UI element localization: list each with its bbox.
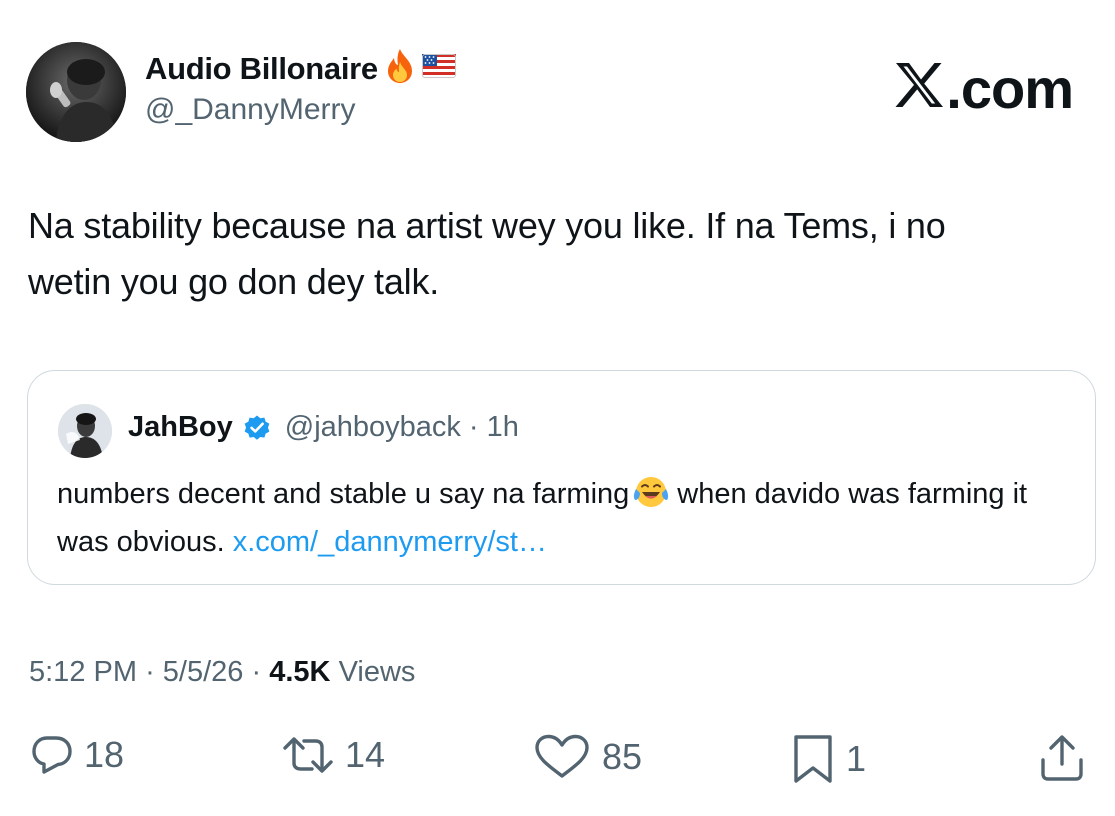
- x-logo-icon: [894, 56, 944, 121]
- tweet-text-line-1: Na stability because na artist wey you l…: [28, 205, 946, 246]
- share-button[interactable]: [1037, 733, 1087, 783]
- views-label: Views: [338, 656, 416, 688]
- quoted-display-name[interactable]: JahBoy: [128, 411, 233, 444]
- us-flag-emoji-icon: [421, 54, 456, 83]
- quoted-text: numbers decent and stable u say na farmi…: [57, 473, 1077, 563]
- like-button[interactable]: 85: [532, 733, 642, 781]
- tweet-meta: 5:12 PM · 5/5/26 · 4.5K Views: [29, 656, 415, 689]
- views-count: 4.5K: [269, 656, 331, 688]
- verified-badge-icon: [243, 414, 271, 442]
- repost-count: 14: [345, 734, 386, 775]
- tweet-text-line-2: wetin you go don dey talk.: [28, 261, 440, 302]
- bookmark-button[interactable]: 1: [790, 733, 866, 785]
- quoted-timestamp[interactable]: 1h: [487, 411, 519, 444]
- tweet-screenshot: Audio Billonaire @_DannyMerry .com Na st…: [0, 0, 1115, 816]
- quoted-separator: ·: [468, 411, 479, 443]
- brand-watermark: .com: [894, 56, 1074, 121]
- reply-icon: [30, 733, 74, 777]
- brand-domain-text: .com: [946, 57, 1074, 120]
- quoted-tweet-card[interactable]: JahBoy @jahboyback · 1h numbers decent a…: [27, 370, 1096, 585]
- face-with-tears-of-joy-icon: [633, 475, 669, 521]
- heart-icon: [532, 733, 592, 781]
- author-avatar[interactable]: [26, 42, 126, 142]
- author-name-row[interactable]: Audio Billonaire: [145, 48, 456, 89]
- quoted-author-avatar[interactable]: [58, 404, 112, 458]
- bookmark-count: 1: [846, 738, 867, 779]
- repost-icon: [281, 733, 335, 777]
- share-icon: [1037, 733, 1087, 783]
- quoted-link[interactable]: x.com/_dannymerry/st…: [233, 526, 547, 558]
- reply-button[interactable]: 18: [30, 733, 124, 777]
- tweet-text: Na stability because na artist wey you l…: [28, 198, 1088, 310]
- fire-emoji-icon: [384, 48, 416, 89]
- quoted-text-part-1: numbers decent and stable u say na farmi…: [57, 478, 630, 510]
- meta-separator-2: ·: [251, 656, 262, 688]
- quoted-handle[interactable]: @jahboyback: [285, 411, 461, 444]
- quoted-header: JahBoy @jahboyback · 1h: [128, 411, 519, 444]
- like-count: 85: [602, 736, 643, 777]
- reply-count: 18: [84, 734, 125, 775]
- author-display-name[interactable]: Audio Billonaire: [145, 51, 378, 87]
- tweet-date[interactable]: 5/5/26: [163, 656, 244, 688]
- tweet-time[interactable]: 5:12 PM: [29, 656, 137, 688]
- author-handle[interactable]: @_DannyMerry: [145, 93, 356, 127]
- bookmark-icon: [790, 733, 836, 785]
- meta-separator-1: ·: [145, 656, 155, 688]
- repost-button[interactable]: 14: [281, 733, 385, 777]
